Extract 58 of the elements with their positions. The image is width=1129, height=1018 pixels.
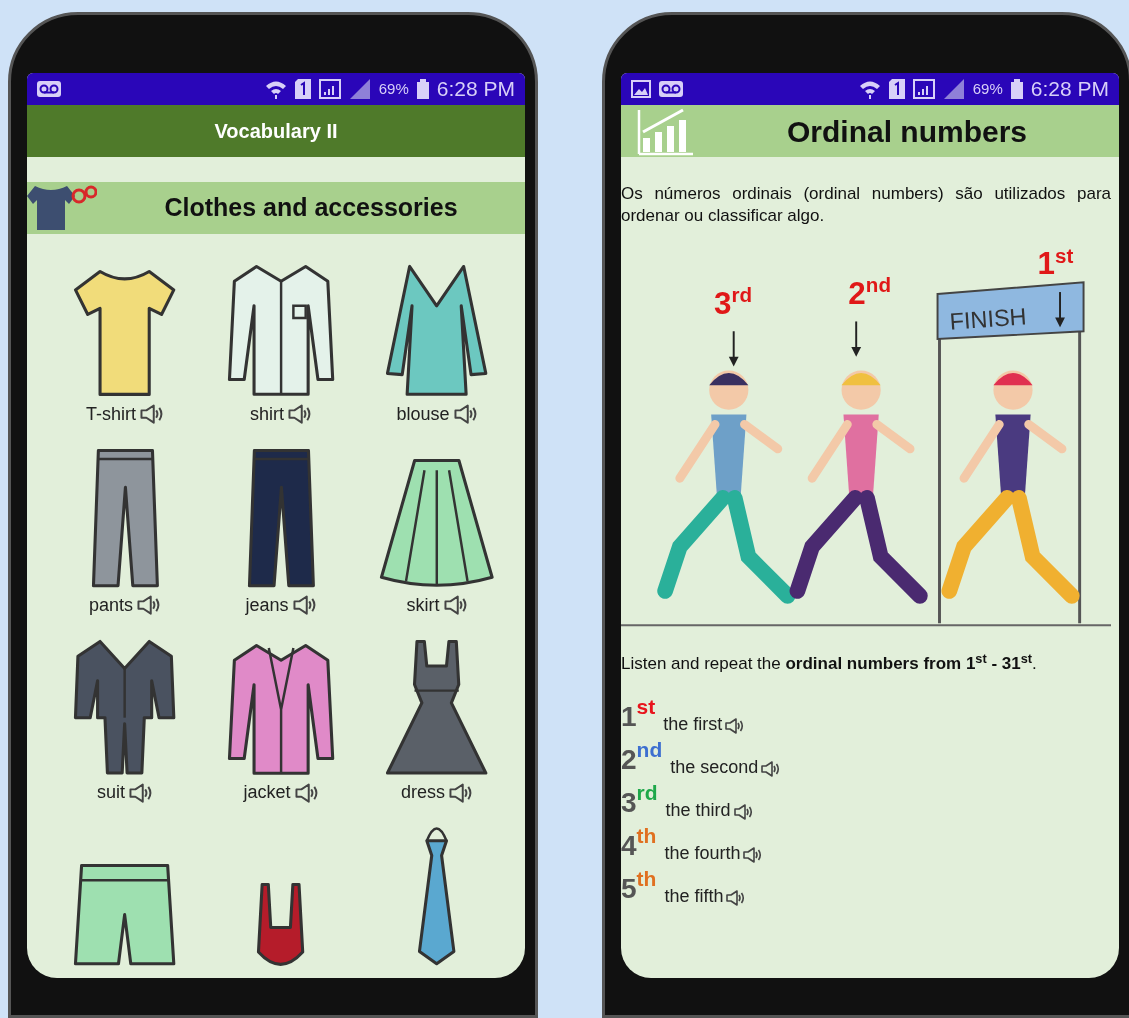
wifi-icon bbox=[858, 79, 881, 99]
app-bar: Vocabulary II bbox=[27, 105, 525, 157]
item-label: T-shirt bbox=[86, 402, 137, 426]
ordinal-word: the first bbox=[663, 713, 723, 737]
battery-icon bbox=[416, 79, 429, 99]
speaker-button[interactable] bbox=[442, 594, 468, 617]
signal-icon bbox=[318, 79, 341, 99]
battery-percent: 69% bbox=[378, 78, 409, 99]
speaker-button[interactable] bbox=[452, 403, 478, 426]
finish-sign-text: FINISH bbox=[948, 303, 1028, 335]
item-label: blouse bbox=[396, 402, 450, 426]
speaker-button[interactable] bbox=[139, 403, 164, 426]
ordinal-word: the third bbox=[665, 799, 731, 823]
voicemail-icon bbox=[37, 81, 61, 97]
signal-icon bbox=[912, 79, 935, 99]
speaker-button[interactable] bbox=[743, 847, 764, 864]
down-arrow bbox=[1055, 291, 1065, 328]
ordinal-word: the fifth bbox=[664, 885, 724, 909]
speaker-button[interactable] bbox=[733, 804, 754, 821]
item-label: pants bbox=[89, 593, 134, 617]
item-label: jeans bbox=[245, 593, 289, 617]
ordinal-word: the fourth bbox=[664, 842, 741, 866]
item-label: skirt bbox=[406, 593, 440, 617]
section-title: Clothes and accessories bbox=[163, 192, 459, 224]
speaker-button[interactable] bbox=[448, 781, 473, 804]
speaker-button[interactable] bbox=[136, 594, 161, 617]
down-arrow bbox=[851, 320, 862, 357]
clock-time: 6:28 PM bbox=[436, 76, 515, 103]
bar-chart-icon bbox=[635, 106, 695, 156]
clock-time: 6:28 PM bbox=[1030, 76, 1109, 103]
place-label: 3$^{rd}$ bbox=[714, 283, 753, 321]
item-label: jacket bbox=[243, 781, 291, 805]
speaker-button[interactable] bbox=[293, 781, 319, 804]
speaker-button[interactable] bbox=[726, 890, 747, 907]
wifi-icon bbox=[264, 79, 287, 99]
battery-percent: 69% bbox=[972, 78, 1003, 99]
signal-icon bbox=[942, 79, 965, 99]
image-icon bbox=[631, 80, 651, 98]
sim-icon bbox=[888, 79, 905, 99]
signal-icon bbox=[348, 79, 371, 99]
item-label: suit bbox=[97, 781, 126, 805]
battery-icon bbox=[1010, 79, 1023, 99]
item-label: shirt bbox=[250, 402, 285, 426]
down-arrow bbox=[728, 330, 739, 367]
instruction-text: Listen and repeat the ordinal numbers from 1$^{st}$ - 31$^{st}$. bbox=[621, 650, 1038, 676]
speaker-button[interactable] bbox=[287, 403, 312, 426]
speaker-button[interactable] bbox=[725, 718, 746, 735]
intro-paragraph: Os números ordinais (ordinal numbers) são utilizados para ordenar ou classificar algo. bbox=[621, 183, 1112, 228]
item-label: dress bbox=[401, 781, 446, 805]
voicemail-icon bbox=[659, 81, 683, 97]
speaker-button[interactable] bbox=[128, 781, 153, 804]
sim-icon bbox=[294, 79, 311, 99]
place-label: 2$^{nd}$ bbox=[848, 273, 891, 311]
page-title: Ordinal numbers bbox=[785, 113, 1028, 150]
speaker-button[interactable] bbox=[761, 761, 782, 778]
speaker-button[interactable] bbox=[291, 594, 317, 617]
ordinal-word: the second bbox=[670, 756, 759, 780]
place-label: 1$^{st}$ bbox=[1037, 249, 1074, 282]
